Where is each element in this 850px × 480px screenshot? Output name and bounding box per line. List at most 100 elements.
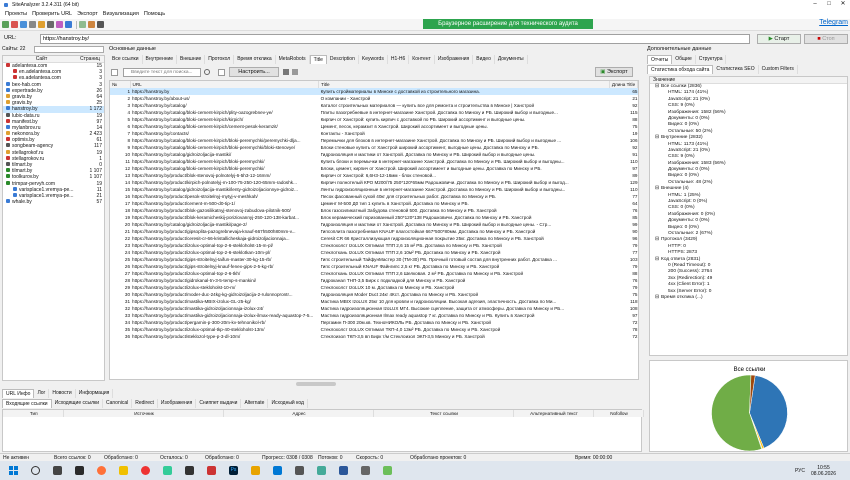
table-row[interactable]: 36 https://hanstroy.by/product/steklozol-… bbox=[110, 333, 638, 340]
tab-1[interactable]: Внутренние bbox=[143, 54, 178, 64]
table-row[interactable]: 10 https://hanstroy.by/catalog/gidroizolj… bbox=[110, 151, 638, 158]
table-row[interactable]: 22 https://hanstroy.by/product/ceresit-cr… bbox=[110, 235, 638, 242]
tab-10[interactable]: Контент bbox=[409, 54, 435, 64]
chart-icon[interactable] bbox=[88, 21, 95, 28]
task-view-icon[interactable] bbox=[53, 466, 62, 475]
menu-item-4[interactable]: Помощь bbox=[144, 11, 165, 17]
filter-check-icon[interactable] bbox=[218, 68, 225, 76]
bottom-tab-3[interactable]: Информация bbox=[76, 388, 114, 398]
firefox-icon[interactable] bbox=[97, 466, 106, 475]
column-header[interactable]: Длина Title bbox=[609, 81, 638, 88]
links-column-header[interactable]: Nofollow bbox=[593, 410, 644, 417]
yandex-icon[interactable] bbox=[141, 466, 150, 475]
visual-icon[interactable] bbox=[56, 21, 63, 28]
app-icon-blue[interactable] bbox=[273, 466, 282, 475]
table-row[interactable]: 18 https://hanstroy.by/product/blok-gazos… bbox=[110, 207, 638, 214]
app-icon-misc[interactable] bbox=[361, 466, 370, 475]
bottom-tab-2[interactable]: Новости bbox=[49, 388, 76, 398]
bottom-subtab-0[interactable]: Входящие ссылки bbox=[2, 398, 52, 408]
tab-4[interactable]: Время отклика bbox=[234, 54, 276, 64]
table-row[interactable]: 23 https://hanstroy.by/product/izolux-opt… bbox=[110, 242, 638, 249]
word-icon[interactable] bbox=[339, 466, 348, 475]
site-list-item[interactable]: whale.by 57 bbox=[3, 199, 104, 205]
table-row[interactable]: 2 https://hanstroy.by/about-us/О компании… bbox=[110, 95, 637, 102]
siteanalyzer-taskbar-icon[interactable] bbox=[383, 466, 392, 475]
tab-13[interactable]: Документы bbox=[495, 54, 528, 64]
table-row[interactable]: 3 https://hanstroy.by/catalog/Каталог стр… bbox=[110, 102, 637, 109]
table-row[interactable]: 35 https://hanstroy.by/product/izolux-opt… bbox=[110, 326, 638, 333]
bottom-subtab-6[interactable]: Alternate bbox=[241, 398, 269, 408]
binoculars-icon[interactable] bbox=[292, 69, 298, 75]
app-icon-teal[interactable] bbox=[317, 466, 326, 475]
bottom-subtab-3[interactable]: Redirect bbox=[132, 398, 158, 408]
tab-7[interactable]: Description bbox=[327, 54, 359, 64]
stats-subtab-1[interactable]: Статистика SEO bbox=[713, 64, 759, 74]
table-row[interactable]: 11 https://hanstroy.by/catalog/bloki-ceme… bbox=[110, 158, 637, 165]
app-icon-gray[interactable] bbox=[295, 466, 304, 475]
bottom-tab-1[interactable]: Лог bbox=[34, 388, 50, 398]
table-row[interactable]: 28 https://hanstroy.by/product/gidrokanal… bbox=[110, 277, 638, 284]
sites-filter-input[interactable] bbox=[34, 46, 104, 53]
table-row[interactable]: 15 https://hanstroy.by/catalog/gidroizolj… bbox=[110, 186, 638, 193]
table-row[interactable]: 31 https://hanstroy.by/product/mastika-MB… bbox=[110, 298, 638, 305]
menu-item-2[interactable]: Экспорт bbox=[77, 11, 98, 17]
links-column-header[interactable]: Тип bbox=[3, 410, 64, 417]
close-button[interactable]: ✕ bbox=[836, 0, 850, 9]
table-row[interactable]: 16 https://hanstroy.by/product/pesok-stro… bbox=[110, 193, 638, 200]
col-site[interactable]: Сайт bbox=[3, 56, 80, 62]
column-header[interactable]: URL bbox=[130, 81, 320, 88]
folder-icon[interactable] bbox=[38, 21, 45, 28]
table-row[interactable]: 24 https://hanstroy.by/product/izolux-opt… bbox=[110, 249, 638, 256]
photoshop-icon[interactable]: Ps bbox=[229, 466, 238, 475]
tab-8[interactable]: Keywords bbox=[359, 54, 388, 64]
explorer-icon[interactable] bbox=[251, 466, 260, 475]
export-icon[interactable] bbox=[79, 21, 86, 28]
table-row[interactable]: 27 https://hanstroy.by/product/izolux-opt… bbox=[110, 270, 638, 277]
bottom-subtab-1[interactable]: Исходящие ссылки bbox=[52, 398, 103, 408]
app1-icon[interactable] bbox=[75, 466, 84, 475]
table-row[interactable]: 29 https://hanstroy.by/product/izolux-ste… bbox=[110, 284, 638, 291]
search-icon[interactable] bbox=[204, 69, 210, 75]
maximize-button[interactable]: □ bbox=[822, 0, 836, 9]
stop-button[interactable]: ■ Стоп bbox=[804, 34, 848, 44]
settings-button[interactable]: Настроить... bbox=[229, 67, 279, 77]
col-pages[interactable]: Страниц bbox=[80, 56, 104, 62]
expand-icon[interactable]: ⊟ bbox=[655, 237, 659, 242]
bottom-subtab-2[interactable]: Canonical bbox=[103, 398, 133, 408]
app-icon-yellow[interactable] bbox=[119, 466, 128, 475]
links-column-header[interactable]: Источник bbox=[63, 410, 224, 417]
table-row[interactable]: 32 https://hanstroy.by/product/mastika-gi… bbox=[110, 305, 638, 312]
table-row[interactable]: 4 https://hanstroy.by/catalog/bloki-cemen… bbox=[110, 109, 637, 116]
menu-item-1[interactable]: Проверить URL bbox=[32, 11, 72, 17]
tab-6[interactable]: Title bbox=[309, 54, 327, 64]
tab-2[interactable]: Внешние bbox=[177, 54, 206, 64]
tab-5[interactable]: MetaRobots bbox=[276, 54, 310, 64]
expand-icon[interactable]: ⊟ bbox=[655, 84, 659, 89]
table-row[interactable]: 30 https://hanstroy.by/product/moder-duc-… bbox=[110, 291, 638, 298]
delete-icon[interactable] bbox=[11, 21, 18, 28]
expand-icon[interactable]: ⊟ bbox=[655, 186, 659, 191]
table-icon[interactable] bbox=[283, 69, 289, 75]
tab-12[interactable]: Видео bbox=[473, 54, 495, 64]
stats-tab-2[interactable]: Структура bbox=[696, 54, 727, 64]
table-row[interactable]: 6 https://hanstroy.by/catalog/bloki-cemen… bbox=[110, 123, 637, 130]
table-row[interactable]: 26 https://hanstroy.by/product/gips-stroi… bbox=[110, 263, 638, 270]
expand-icon[interactable]: ⊟ bbox=[655, 135, 659, 140]
url-input[interactable] bbox=[40, 34, 750, 44]
stats-tab-0[interactable]: Отчеты bbox=[647, 54, 673, 64]
table-row[interactable]: 33 https://hanstroy.by/product/mastika-gi… bbox=[110, 312, 638, 319]
search-input[interactable]: Введите текст для поиска... bbox=[123, 67, 201, 77]
bottom-subtab-7[interactable]: Исходный код bbox=[268, 398, 308, 408]
table-row[interactable]: 5 https://hanstroy.by/catalog/bloki-cemen… bbox=[110, 116, 637, 123]
column-header[interactable]: № bbox=[110, 81, 131, 88]
table-row[interactable]: 25 https://hanstroy.by/product/gips-stroi… bbox=[110, 256, 638, 263]
settings-icon[interactable] bbox=[29, 21, 36, 28]
table-row[interactable]: 20 https://hanstroy.by/catalog/gidroizolj… bbox=[110, 221, 638, 228]
expand-icon[interactable]: ⊟ bbox=[655, 257, 659, 262]
info-icon[interactable] bbox=[65, 21, 72, 28]
language-indicator[interactable]: РУС bbox=[795, 468, 805, 474]
tab-3[interactable]: Протокол bbox=[205, 54, 235, 64]
filter-icon[interactable] bbox=[47, 21, 54, 28]
stats-subtab-0[interactable]: Статистика обхода сайта bbox=[647, 64, 714, 74]
clock[interactable]: 10:55 08.06.2026 bbox=[811, 465, 836, 477]
